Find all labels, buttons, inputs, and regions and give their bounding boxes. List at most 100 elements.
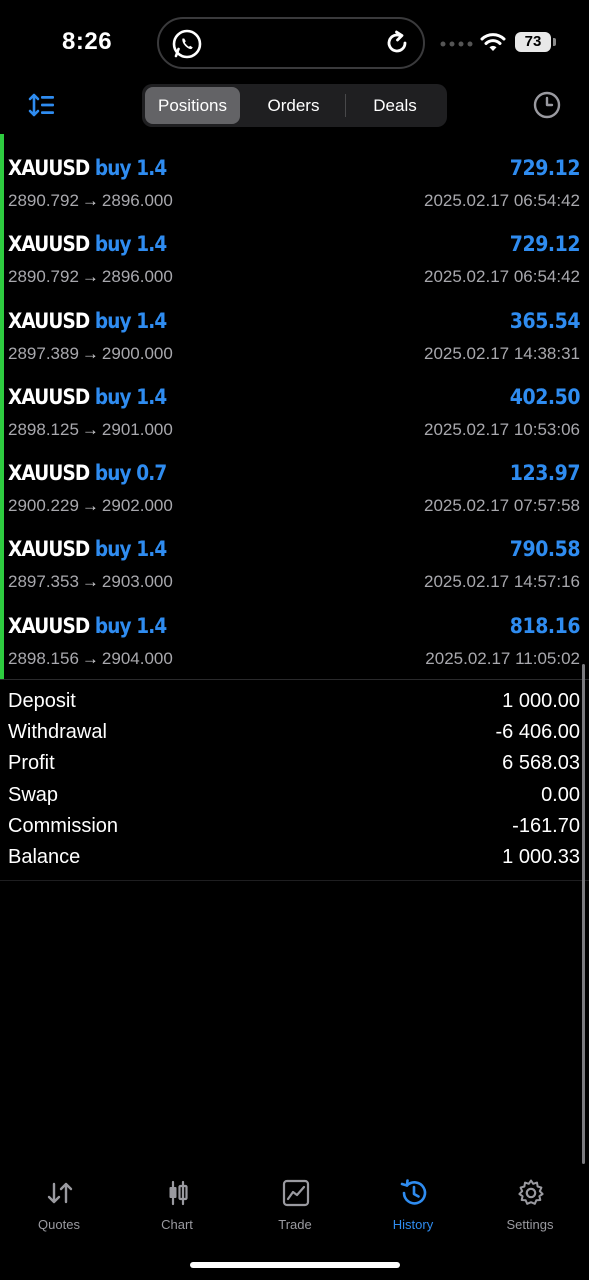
segmented-control: Positions Orders Deals xyxy=(142,84,447,127)
position-symbol: XAUUSD xyxy=(8,232,90,257)
position-prices: 2890.792 → 2896.000 xyxy=(8,191,173,211)
tab-history[interactable]: History xyxy=(354,1170,472,1240)
position-profit: 123.97 xyxy=(509,461,581,486)
summary-value: -6 406.00 xyxy=(495,721,580,744)
price-arrow-icon: → xyxy=(81,572,99,592)
position-direction: buy xyxy=(94,156,132,180)
status-time: 8:26 xyxy=(62,28,113,55)
summary-swap: Swap 0.00 xyxy=(0,781,589,812)
price-arrow-icon: → xyxy=(81,191,99,210)
tab-label: History xyxy=(392,1217,434,1232)
position-open-price: 2897.353 xyxy=(8,572,79,592)
position-title: XAUUSD buy 1.4 xyxy=(8,613,167,638)
position-time: 2025.02.17 14:38:31 xyxy=(424,343,580,363)
tab-label: Settings xyxy=(506,1217,554,1232)
position-volume: 1.4 xyxy=(136,156,167,180)
position-row[interactable]: XAUUSD buy 1.4 818.16 2898.156 → 2904.000 … xyxy=(0,604,589,680)
settings-icon xyxy=(518,1179,544,1205)
position-profit: 790.58 xyxy=(509,537,581,562)
position-volume: 1.4 xyxy=(136,537,167,562)
tab-label: Quotes xyxy=(38,1217,80,1232)
positions-list: XAUUSD buy 1.4 729.12 2890.792 → 2896.000 … xyxy=(0,146,589,680)
position-symbol: XAUUSD xyxy=(8,308,90,333)
summary-profit: Profit 6 568.03 xyxy=(0,749,589,780)
position-volume: 1.4 xyxy=(136,613,167,638)
sort-icon[interactable] xyxy=(28,92,56,118)
position-close-price: 2903.000 xyxy=(101,572,173,592)
position-prices: 2897.353 → 2903.000 xyxy=(8,572,173,592)
tab-chart[interactable]: Chart xyxy=(118,1170,236,1240)
price-arrow-icon: → xyxy=(81,496,99,516)
summary-value: 0.00 xyxy=(541,783,580,806)
position-symbol: XAUUSD xyxy=(8,384,90,409)
position-time: 2025.02.17 06:54:42 xyxy=(424,191,580,210)
position-open-price: 2890.792 xyxy=(8,191,79,210)
position-row[interactable]: XAUUSD buy 0.7 123.97 2900.229 → 2902.000 … xyxy=(0,451,589,527)
chart-icon xyxy=(169,1180,188,1206)
tab-label: Chart xyxy=(161,1217,193,1232)
position-row[interactable]: XAUUSD buy 1.4 729.12 2890.792 → 2896.000 … xyxy=(0,222,589,298)
position-row[interactable]: XAUUSD buy 1.4 729.12 2890.792 → 2896.000 … xyxy=(0,146,589,222)
battery-tip xyxy=(553,38,556,46)
position-symbol: XAUUSD xyxy=(8,613,90,638)
tab-orders[interactable]: Orders xyxy=(243,87,344,124)
position-volume: 1.4 xyxy=(136,232,167,257)
summary-commission: Commission -161.70 xyxy=(0,812,589,843)
wifi-icon xyxy=(480,33,506,51)
position-title: XAUUSD buy 1.4 xyxy=(8,232,167,257)
position-close-price: 2901.000 xyxy=(101,419,173,439)
summary-label: Balance xyxy=(8,845,81,868)
clock-icon[interactable] xyxy=(532,90,562,120)
position-row[interactable]: XAUUSD buy 1.4 790.58 2897.353 → 2903.000 … xyxy=(0,527,589,603)
position-open-price: 2900.229 xyxy=(8,496,79,516)
position-volume: 1.4 xyxy=(136,384,167,409)
price-arrow-icon: → xyxy=(81,419,99,439)
summary-value: 1 000.00 xyxy=(502,690,580,712)
position-title: XAUUSD buy 1.4 xyxy=(8,384,167,409)
whatsapp-icon[interactable] xyxy=(171,28,203,60)
price-arrow-icon: → xyxy=(81,267,99,287)
position-open-price: 2890.792 xyxy=(8,267,79,287)
tab-quotes[interactable]: Quotes xyxy=(0,1170,118,1240)
summary-value: -161.70 xyxy=(512,814,580,837)
position-close-price: 2896.000 xyxy=(101,267,173,287)
position-open-price: 2897.389 xyxy=(8,343,79,363)
tab-label: Trade xyxy=(278,1217,312,1232)
position-close-price: 2896.000 xyxy=(101,191,173,210)
position-direction: buy xyxy=(94,232,132,257)
tab-settings[interactable]: Settings xyxy=(471,1170,589,1240)
tab-deals[interactable]: Deals xyxy=(346,87,444,124)
tab-positions[interactable]: Positions xyxy=(145,87,240,124)
status-bar: 8:26 73 xyxy=(0,0,589,80)
position-direction: buy xyxy=(94,384,132,409)
home-indicator xyxy=(190,1262,400,1268)
position-time: 2025.02.17 14:57:16 xyxy=(424,572,580,592)
scrollbar[interactable] xyxy=(582,664,585,1164)
trade-icon xyxy=(282,1179,310,1207)
position-direction: buy xyxy=(94,537,132,562)
summary-deposit: Deposit 1 000.00 xyxy=(0,687,589,718)
position-symbol: XAUUSD xyxy=(8,461,90,486)
position-profit: 365.54 xyxy=(509,308,581,333)
quotes-icon xyxy=(47,1182,73,1204)
dynamic-island[interactable] xyxy=(157,17,425,69)
position-direction: buy xyxy=(94,613,132,638)
position-prices: 2890.792 → 2896.000 xyxy=(8,267,173,287)
refresh-icon[interactable] xyxy=(383,29,411,57)
position-row[interactable]: XAUUSD buy 1.4 365.54 2897.389 → 2900.000 … xyxy=(0,299,589,375)
position-profit: 818.16 xyxy=(509,613,581,638)
position-time: 2025.02.17 10:53:06 xyxy=(424,419,580,439)
tab-trade[interactable]: Trade xyxy=(236,1170,354,1240)
summary-value: 1 000.33 xyxy=(502,845,580,868)
price-arrow-icon: → xyxy=(81,648,99,668)
position-row[interactable]: XAUUSD buy 1.4 402.50 2898.125 → 2901.000 … xyxy=(0,375,589,451)
position-open-price: 2898.156 xyxy=(8,648,79,668)
position-title: XAUUSD buy 0.7 xyxy=(8,461,167,486)
position-profit: 729.12 xyxy=(509,156,581,180)
summary-label: Withdrawal xyxy=(8,721,107,744)
position-close-price: 2900.000 xyxy=(101,343,173,363)
account-summary: Deposit 1 000.00 Withdrawal -6 406.00 Pr… xyxy=(0,687,589,874)
position-close-price: 2904.000 xyxy=(101,648,173,668)
battery-icon: 73 xyxy=(515,32,551,52)
summary-withdrawal: Withdrawal -6 406.00 xyxy=(0,718,589,749)
